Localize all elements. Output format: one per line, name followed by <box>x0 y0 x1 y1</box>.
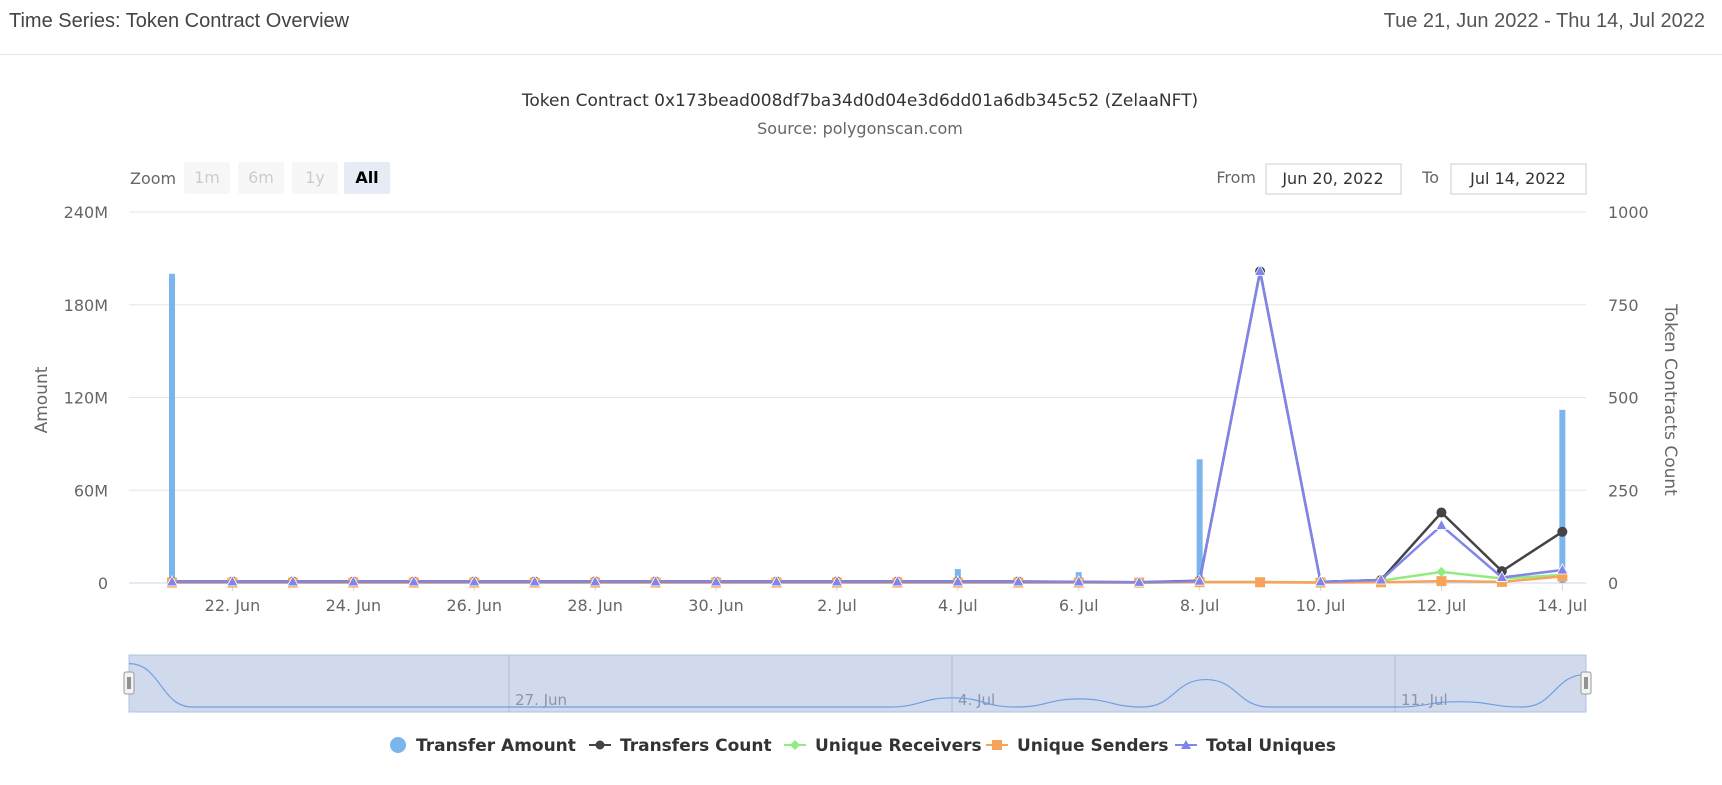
to-date-value: Jul 14, 2022 <box>1469 169 1566 188</box>
x-tick-label: 12. Jul <box>1417 596 1467 615</box>
legend-label-total-uniques: Total Uniques <box>1206 736 1336 756</box>
grid <box>129 211 1586 584</box>
navigator-handle-right[interactable] <box>1580 671 1592 695</box>
x-tick-label: 26. Jun <box>446 596 502 615</box>
legend-label-transfer-amount: Transfer Amount <box>416 736 576 756</box>
legend-symbol-transfer-amount <box>390 737 406 753</box>
legend-item-transfer-amount[interactable]: Transfer Amount <box>390 736 576 756</box>
chart-title: Token Contract 0x173bead008df7ba34d0d04e… <box>521 91 1198 111</box>
x-tick-label: 24. Jun <box>326 596 382 615</box>
legend-symbol-unique-senders <box>992 740 1002 750</box>
legend-item-total-uniques[interactable]: Total Uniques <box>1175 736 1336 756</box>
y-left-tick-label: 60M <box>74 481 108 500</box>
legend-label-transfers-count: Transfers Count <box>620 736 772 756</box>
zoom-button-all[interactable]: All <box>344 162 390 194</box>
y-axis-left-title: Amount <box>32 366 52 433</box>
chart-subtitle: Source: polygonscan.com <box>757 119 963 138</box>
y-left-tick-label: 240M <box>64 203 108 222</box>
unique-senders-series <box>167 571 1568 588</box>
x-tick-label: 2. Jul <box>817 596 857 615</box>
y-axis-right-title: Token Contracts Count <box>1660 303 1680 496</box>
transfers-count-point[interactable] <box>1557 526 1568 537</box>
y-left-tick-label: 120M <box>64 389 108 408</box>
series-lines <box>165 264 1569 588</box>
zoom-button-6m-label: 6m <box>248 168 274 187</box>
x-tick-label: 8. Jul <box>1180 596 1220 615</box>
x-tick-label: 14. Jul <box>1537 596 1587 615</box>
from-label: From <box>1216 168 1256 187</box>
x-tick-label: 30. Jun <box>688 596 744 615</box>
to-label: To <box>1421 168 1439 187</box>
zoom-label: Zoom <box>130 169 176 188</box>
navigator[interactable]: 27. Jun 4. Jul 11. Jul <box>123 654 1592 713</box>
transfers-count-series <box>167 266 1568 588</box>
x-tick-label: 10. Jul <box>1296 596 1346 615</box>
total-uniques-point[interactable] <box>1556 563 1569 575</box>
y-left-tick-label: 180M <box>64 296 108 315</box>
zoom-button-1y-label: 1y <box>305 168 325 187</box>
zoom-button-6m[interactable]: 6m <box>238 162 284 194</box>
navigator-handle-left[interactable] <box>123 671 135 695</box>
x-tick-label: 6. Jul <box>1059 596 1099 615</box>
transfers-count-point[interactable] <box>1436 507 1447 518</box>
x-tick-label: 28. Jun <box>567 596 623 615</box>
y-right-tick-label: 250 <box>1608 481 1639 500</box>
zoom-button-all-label: All <box>355 168 378 187</box>
navigator-label: 27. Jun <box>515 691 567 709</box>
legend-item-unique-senders[interactable]: Unique Senders <box>986 736 1169 756</box>
y-right-tick-label: 1000 <box>1608 203 1649 222</box>
transfer-amount-bar[interactable] <box>1559 409 1566 583</box>
transfers-count-line <box>172 271 1564 584</box>
y-right-tick-label: 500 <box>1608 389 1639 408</box>
legend: Transfer Amount Transfers Count Unique R… <box>390 736 1336 756</box>
from-date-value: Jun 20, 2022 <box>1281 169 1383 188</box>
chart: Token Contract 0x173bead008df7ba34d0d04e… <box>32 91 1680 756</box>
legend-label-unique-senders: Unique Senders <box>1017 736 1169 756</box>
zoom-button-1m[interactable]: 1m <box>184 162 230 194</box>
legend-symbol-unique-receivers <box>790 740 800 750</box>
legend-label-unique-receivers: Unique Receivers <box>815 736 982 756</box>
transfer-amount-bar[interactable] <box>169 273 175 583</box>
legend-item-unique-receivers[interactable]: Unique Receivers <box>784 736 982 756</box>
y-right-tick-label: 0 <box>1608 574 1618 593</box>
zoom-button-1m-label: 1m <box>194 168 220 187</box>
y-left-tick-label: 0 <box>98 574 108 593</box>
from-date-input[interactable]: Jun 20, 2022 <box>1265 163 1402 195</box>
total-uniques-series <box>165 264 1569 587</box>
transfer-amount-bars <box>169 273 1566 583</box>
unique-senders-point[interactable] <box>1436 576 1447 587</box>
zoom-button-1y[interactable]: 1y <box>292 162 338 194</box>
unique-senders-point[interactable] <box>1255 577 1266 588</box>
legend-item-transfers-count[interactable]: Transfers Count <box>589 736 772 756</box>
to-date-input[interactable]: Jul 14, 2022 <box>1450 163 1587 195</box>
legend-symbol-transfers-count <box>595 740 605 750</box>
total-uniques-point[interactable] <box>1435 518 1448 530</box>
y-right-tick-label: 750 <box>1608 296 1639 315</box>
x-tick-label: 22. Jun <box>205 596 261 615</box>
total-uniques-line <box>172 271 1563 584</box>
unique-receivers-point[interactable] <box>1436 566 1447 577</box>
x-tick-label: 4. Jul <box>938 596 978 615</box>
unique-receivers-series <box>167 566 1568 588</box>
